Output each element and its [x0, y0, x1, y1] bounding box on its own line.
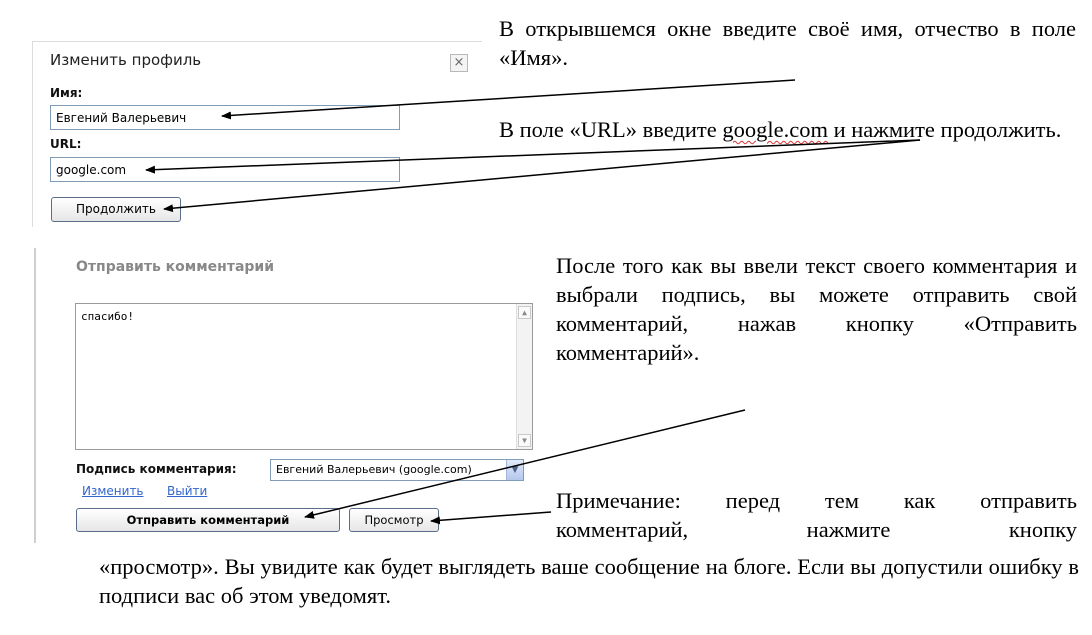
- annotation-arrows: [145, 79, 921, 525]
- arrow-to-continue-button: [163, 139, 921, 213]
- arrow-to-submit-button: [304, 409, 746, 519]
- arrow-to-preview-button: [430, 511, 552, 525]
- arrow-to-url-field: [145, 139, 921, 174]
- arrow-to-name-field: [221, 79, 796, 120]
